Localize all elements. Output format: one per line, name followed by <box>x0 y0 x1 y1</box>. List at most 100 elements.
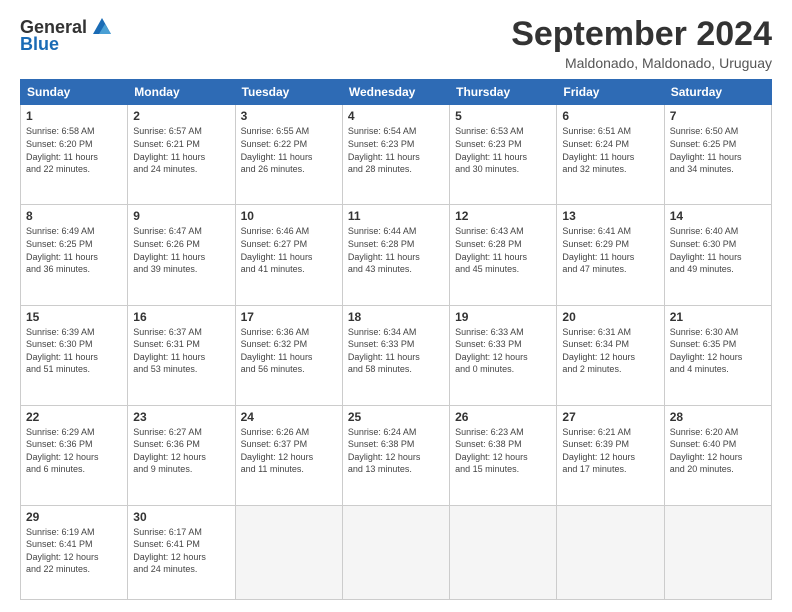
day-number: 9 <box>133 209 229 223</box>
table-row: 6 Sunrise: 6:51 AM Sunset: 6:24 PM Daylig… <box>557 105 664 205</box>
day-info: Sunrise: 6:53 AM Sunset: 6:23 PM Dayligh… <box>455 125 551 175</box>
day-number: 14 <box>670 209 766 223</box>
day-number: 20 <box>562 310 658 324</box>
day-info: Sunrise: 6:55 AM Sunset: 6:22 PM Dayligh… <box>241 125 337 175</box>
day-number: 6 <box>562 109 658 123</box>
day-info: Sunrise: 6:23 AM Sunset: 6:38 PM Dayligh… <box>455 426 551 476</box>
day-info: Sunrise: 6:50 AM Sunset: 6:25 PM Dayligh… <box>670 125 766 175</box>
day-number: 12 <box>455 209 551 223</box>
calendar-header-row: Sunday Monday Tuesday Wednesday Thursday… <box>21 80 772 105</box>
table-row: 13Sunrise: 6:41 AM Sunset: 6:29 PM Dayli… <box>557 205 664 305</box>
page: General Blue September 2024 Maldonado, M… <box>0 0 792 612</box>
table-row: 3 Sunrise: 6:55 AM Sunset: 6:22 PM Daylig… <box>235 105 342 205</box>
table-row: 5 Sunrise: 6:53 AM Sunset: 6:23 PM Daylig… <box>450 105 557 205</box>
day-number: 24 <box>241 410 337 424</box>
table-row: 18 Sunrise: 6:34 AM Sunset: 6:33 PM Dayli… <box>342 305 449 405</box>
table-row: 1 Sunrise: 6:58 AM Sunset: 6:20 PM Daylig… <box>21 105 128 205</box>
day-number: 28 <box>670 410 766 424</box>
table-row: 15 Sunrise: 6:39 AM Sunset: 6:30 PM Dayli… <box>21 305 128 405</box>
table-row <box>557 505 664 599</box>
col-friday: Friday <box>557 80 664 105</box>
day-number: 22 <box>26 410 122 424</box>
table-row: 30 Sunrise: 6:17 AM Sunset: 6:41 PM Dayli… <box>128 505 235 599</box>
day-info: Sunrise: 6:46 AM Sunset: 6:27 PM Dayligh… <box>241 225 337 275</box>
logo-icon <box>91 16 113 38</box>
day-info: Sunrise: 6:24 AM Sunset: 6:38 PM Dayligh… <box>348 426 444 476</box>
day-number: 27 <box>562 410 658 424</box>
day-info: Sunrise: 6:44 AM Sunset: 6:28 PM Dayligh… <box>348 225 444 275</box>
day-info: Sunrise: 6:58 AM Sunset: 6:20 PM Dayligh… <box>26 125 122 175</box>
header: General Blue September 2024 Maldonado, M… <box>20 16 772 71</box>
day-number: 25 <box>348 410 444 424</box>
title-area: September 2024 Maldonado, Maldonado, Uru… <box>511 16 772 71</box>
day-info: Sunrise: 6:57 AM Sunset: 6:21 PM Dayligh… <box>133 125 229 175</box>
day-number: 10 <box>241 209 337 223</box>
day-number: 3 <box>241 109 337 123</box>
table-row: 9 Sunrise: 6:47 AM Sunset: 6:26 PM Daylig… <box>128 205 235 305</box>
table-row: 26 Sunrise: 6:23 AM Sunset: 6:38 PM Dayli… <box>450 405 557 505</box>
day-info: Sunrise: 6:21 AM Sunset: 6:39 PM Dayligh… <box>562 426 658 476</box>
table-row: 24 Sunrise: 6:26 AM Sunset: 6:37 PM Dayli… <box>235 405 342 505</box>
col-wednesday: Wednesday <box>342 80 449 105</box>
day-info: Sunrise: 6:30 AM Sunset: 6:35 PM Dayligh… <box>670 326 766 376</box>
table-row: 22 Sunrise: 6:29 AM Sunset: 6:36 PM Dayli… <box>21 405 128 505</box>
day-info: Sunrise: 6:19 AM Sunset: 6:41 PM Dayligh… <box>26 526 122 576</box>
day-number: 30 <box>133 510 229 524</box>
table-row: 7 Sunrise: 6:50 AM Sunset: 6:25 PM Daylig… <box>664 105 771 205</box>
day-info: Sunrise: 6:27 AM Sunset: 6:36 PM Dayligh… <box>133 426 229 476</box>
day-number: 8 <box>26 209 122 223</box>
table-row: 2 Sunrise: 6:57 AM Sunset: 6:21 PM Daylig… <box>128 105 235 205</box>
table-row: 27 Sunrise: 6:21 AM Sunset: 6:39 PM Dayli… <box>557 405 664 505</box>
col-monday: Monday <box>128 80 235 105</box>
day-info: Sunrise: 6:20 AM Sunset: 6:40 PM Dayligh… <box>670 426 766 476</box>
day-info: Sunrise: 6:39 AM Sunset: 6:30 PM Dayligh… <box>26 326 122 376</box>
day-info: Sunrise: 6:17 AM Sunset: 6:41 PM Dayligh… <box>133 526 229 576</box>
table-row: 25 Sunrise: 6:24 AM Sunset: 6:38 PM Dayli… <box>342 405 449 505</box>
day-number: 2 <box>133 109 229 123</box>
day-info: Sunrise: 6:37 AM Sunset: 6:31 PM Dayligh… <box>133 326 229 376</box>
logo-blue: Blue <box>20 34 59 55</box>
table-row: 23Sunrise: 6:27 AM Sunset: 6:36 PM Dayli… <box>128 405 235 505</box>
day-number: 18 <box>348 310 444 324</box>
day-info: Sunrise: 6:31 AM Sunset: 6:34 PM Dayligh… <box>562 326 658 376</box>
table-row: 10 Sunrise: 6:46 AM Sunset: 6:27 PM Dayli… <box>235 205 342 305</box>
day-info: Sunrise: 6:47 AM Sunset: 6:26 PM Dayligh… <box>133 225 229 275</box>
day-number: 19 <box>455 310 551 324</box>
day-info: Sunrise: 6:43 AM Sunset: 6:28 PM Dayligh… <box>455 225 551 275</box>
day-info: Sunrise: 6:29 AM Sunset: 6:36 PM Dayligh… <box>26 426 122 476</box>
day-info: Sunrise: 6:54 AM Sunset: 6:23 PM Dayligh… <box>348 125 444 175</box>
day-number: 1 <box>26 109 122 123</box>
day-info: Sunrise: 6:36 AM Sunset: 6:32 PM Dayligh… <box>241 326 337 376</box>
table-row: 12 Sunrise: 6:43 AM Sunset: 6:28 PM Dayli… <box>450 205 557 305</box>
day-number: 17 <box>241 310 337 324</box>
day-info: Sunrise: 6:51 AM Sunset: 6:24 PM Dayligh… <box>562 125 658 175</box>
table-row: 8 Sunrise: 6:49 AM Sunset: 6:25 PM Daylig… <box>21 205 128 305</box>
month-title: September 2024 <box>511 16 772 53</box>
day-number: 15 <box>26 310 122 324</box>
day-info: Sunrise: 6:34 AM Sunset: 6:33 PM Dayligh… <box>348 326 444 376</box>
day-number: 7 <box>670 109 766 123</box>
table-row <box>450 505 557 599</box>
table-row: 16 Sunrise: 6:37 AM Sunset: 6:31 PM Dayli… <box>128 305 235 405</box>
table-row: 19 Sunrise: 6:33 AM Sunset: 6:33 PM Dayli… <box>450 305 557 405</box>
table-row: 28 Sunrise: 6:20 AM Sunset: 6:40 PM Dayli… <box>664 405 771 505</box>
day-info: Sunrise: 6:49 AM Sunset: 6:25 PM Dayligh… <box>26 225 122 275</box>
table-row: 21 Sunrise: 6:30 AM Sunset: 6:35 PM Dayli… <box>664 305 771 405</box>
col-thursday: Thursday <box>450 80 557 105</box>
calendar-table: Sunday Monday Tuesday Wednesday Thursday… <box>20 79 772 600</box>
day-number: 5 <box>455 109 551 123</box>
table-row: 29Sunrise: 6:19 AM Sunset: 6:41 PM Dayli… <box>21 505 128 599</box>
day-number: 21 <box>670 310 766 324</box>
day-number: 11 <box>348 209 444 223</box>
table-row: 14 Sunrise: 6:40 AM Sunset: 6:30 PM Dayli… <box>664 205 771 305</box>
day-info: Sunrise: 6:40 AM Sunset: 6:30 PM Dayligh… <box>670 225 766 275</box>
table-row: 11 Sunrise: 6:44 AM Sunset: 6:28 PM Dayli… <box>342 205 449 305</box>
table-row <box>664 505 771 599</box>
day-info: Sunrise: 6:26 AM Sunset: 6:37 PM Dayligh… <box>241 426 337 476</box>
day-number: 16 <box>133 310 229 324</box>
day-info: Sunrise: 6:33 AM Sunset: 6:33 PM Dayligh… <box>455 326 551 376</box>
col-saturday: Saturday <box>664 80 771 105</box>
day-info: Sunrise: 6:41 AM Sunset: 6:29 PM Dayligh… <box>562 225 658 275</box>
day-number: 26 <box>455 410 551 424</box>
table-row <box>235 505 342 599</box>
